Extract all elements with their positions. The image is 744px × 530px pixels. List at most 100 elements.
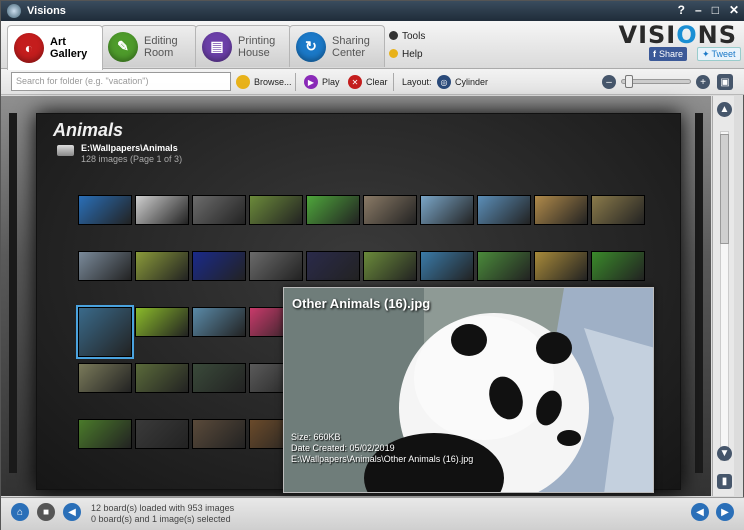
image-thumbnail[interactable] (477, 251, 531, 281)
zoom-out-button[interactable]: – (602, 75, 616, 89)
divider (393, 73, 394, 91)
image-thumbnail[interactable] (306, 251, 360, 281)
tab-label: Gallery (50, 48, 88, 60)
clear-icon: ✕ (348, 75, 362, 89)
play-button[interactable]: ▶ Play (304, 74, 340, 90)
vertical-scrollbar[interactable]: ▲ ▼ ▮ (712, 96, 734, 496)
back-button[interactable]: ◀ (63, 503, 81, 521)
image-thumbnail[interactable] (249, 251, 303, 281)
printer-icon: ▤ (202, 31, 232, 62)
cylinder-icon: ◎ (437, 75, 451, 89)
image-thumbnail[interactable] (363, 195, 417, 225)
image-thumbnail[interactable] (477, 195, 531, 225)
image-thumbnail[interactable] (591, 195, 645, 225)
search-input[interactable]: Search for folder (e.g. "vacation") (11, 72, 231, 91)
image-thumbnail[interactable] (192, 251, 246, 281)
facebook-share-button[interactable]: f Share (649, 47, 688, 61)
help-link[interactable]: Help (389, 49, 425, 60)
image-thumbnail[interactable] (78, 419, 132, 449)
image-thumbnail[interactable] (135, 419, 189, 449)
image-thumbnail[interactable] (76, 305, 134, 359)
status-bar: ⌂ ■ ◀ 12 board(s) loaded with 953 images… (1, 497, 744, 530)
image-thumbnail[interactable] (591, 251, 645, 281)
image-thumbnail[interactable] (192, 307, 246, 337)
image-thumbnail[interactable] (78, 363, 132, 393)
layout-label: Layout: (402, 77, 432, 87)
tab-label: Printing (238, 34, 276, 47)
image-thumbnail[interactable] (78, 195, 132, 225)
tab-label: Sharing (332, 34, 370, 47)
trash-button[interactable]: ▮ (717, 474, 732, 489)
help-button[interactable]: ? (678, 3, 685, 17)
tweet-button[interactable]: ✦ Tweet (697, 47, 741, 61)
image-thumbnail[interactable] (135, 195, 189, 225)
image-thumbnail[interactable] (363, 251, 417, 281)
image-preview-popup: Other Animals (16).jpg Size: 660KB Date … (283, 287, 654, 493)
image-thumbnail[interactable] (534, 195, 588, 225)
zoom-slider-thumb[interactable] (625, 75, 633, 88)
right-board-edge (695, 113, 703, 473)
board-title: Animals (53, 120, 124, 140)
browse-button[interactable]: Browse... (236, 74, 292, 90)
tab-label: Room (144, 46, 174, 59)
board-path: E:\Wallpapers\Animals (81, 143, 178, 153)
minimize-button[interactable]: – (695, 3, 702, 17)
help-icon (389, 49, 398, 58)
tools-icon (389, 31, 398, 40)
image-thumbnail[interactable] (135, 363, 189, 393)
image-thumbnail[interactable] (420, 251, 474, 281)
image-thumbnail[interactable] (306, 195, 360, 225)
zoom-in-button[interactable]: + (696, 75, 710, 89)
maximize-button[interactable]: □ (712, 3, 719, 17)
status-line-2: 0 board(s) and 1 image(s) selected (91, 514, 231, 524)
tools-link[interactable]: Tools (389, 31, 425, 42)
previous-page-button[interactable]: ◀ (691, 503, 709, 521)
board-count: 128 images (Page 1 of 3) (81, 154, 183, 164)
clear-button[interactable]: ✕ Clear (348, 74, 388, 90)
share-icon: ↻ (296, 31, 326, 62)
image-thumbnail[interactable] (135, 307, 189, 337)
tab-sharing-center[interactable]: ↻ Sharing Center (289, 25, 385, 67)
stop-button[interactable]: ■ (37, 503, 55, 521)
image-thumbnail[interactable] (78, 251, 132, 281)
image-thumbnail[interactable] (249, 195, 303, 225)
image-thumbnail[interactable] (420, 195, 474, 225)
zoom-slider[interactable] (621, 75, 691, 88)
tools-label: Tools (402, 31, 426, 42)
tab-art-gallery[interactable]: ◐ Art Gallery (7, 25, 103, 70)
home-button[interactable]: ⌂ (11, 503, 29, 521)
status-text: 12 board(s) loaded with 953 images 0 boa… (91, 503, 234, 525)
image-thumbnail[interactable] (534, 251, 588, 281)
next-page-button[interactable]: ▶ (716, 503, 734, 521)
scroll-down-button[interactable]: ▼ (717, 446, 732, 461)
play-icon: ▶ (304, 75, 318, 89)
title-bar: Visions ? – □ ✕ (1, 1, 744, 21)
preview-info: Size: 660KB Date Created: 05/02/2019 E:\… (291, 432, 473, 465)
folder-icon (236, 75, 250, 89)
tab-label: House (238, 46, 270, 59)
scroll-thumb[interactable] (720, 134, 729, 244)
facebook-icon: f (653, 49, 656, 59)
fullscreen-button[interactable]: ▣ (717, 74, 733, 90)
tab-printing-house[interactable]: ▤ Printing House (195, 25, 291, 67)
image-thumbnail[interactable] (192, 195, 246, 225)
close-button[interactable]: ✕ (729, 3, 739, 17)
scroll-up-button[interactable]: ▲ (717, 102, 732, 117)
preview-date: Date Created: 05/02/2019 (291, 443, 395, 453)
help-label: Help (402, 49, 423, 60)
status-line-1: 12 board(s) loaded with 953 images (91, 503, 235, 513)
tab-label: Art (50, 36, 66, 48)
left-board-edge (9, 113, 17, 473)
tab-label: Editing (144, 34, 178, 47)
layout-selector[interactable]: ◎ Cylinder (437, 74, 488, 90)
image-thumbnail[interactable] (192, 363, 246, 393)
palette-icon: ◐ (14, 33, 44, 63)
brush-icon: ✎ (108, 31, 138, 62)
toolbar: Search for folder (e.g. "vacation") Brow… (1, 69, 744, 95)
image-thumbnail[interactable] (192, 419, 246, 449)
tab-label: Center (332, 46, 366, 59)
image-thumbnail[interactable] (135, 251, 189, 281)
tab-editing-room[interactable]: ✎ Editing Room (101, 25, 197, 67)
preview-size: Size: 660KB (291, 432, 341, 442)
app-window: Visions ? – □ ✕ ◐ Art Gallery ✎ Editing Ro… (0, 0, 744, 530)
